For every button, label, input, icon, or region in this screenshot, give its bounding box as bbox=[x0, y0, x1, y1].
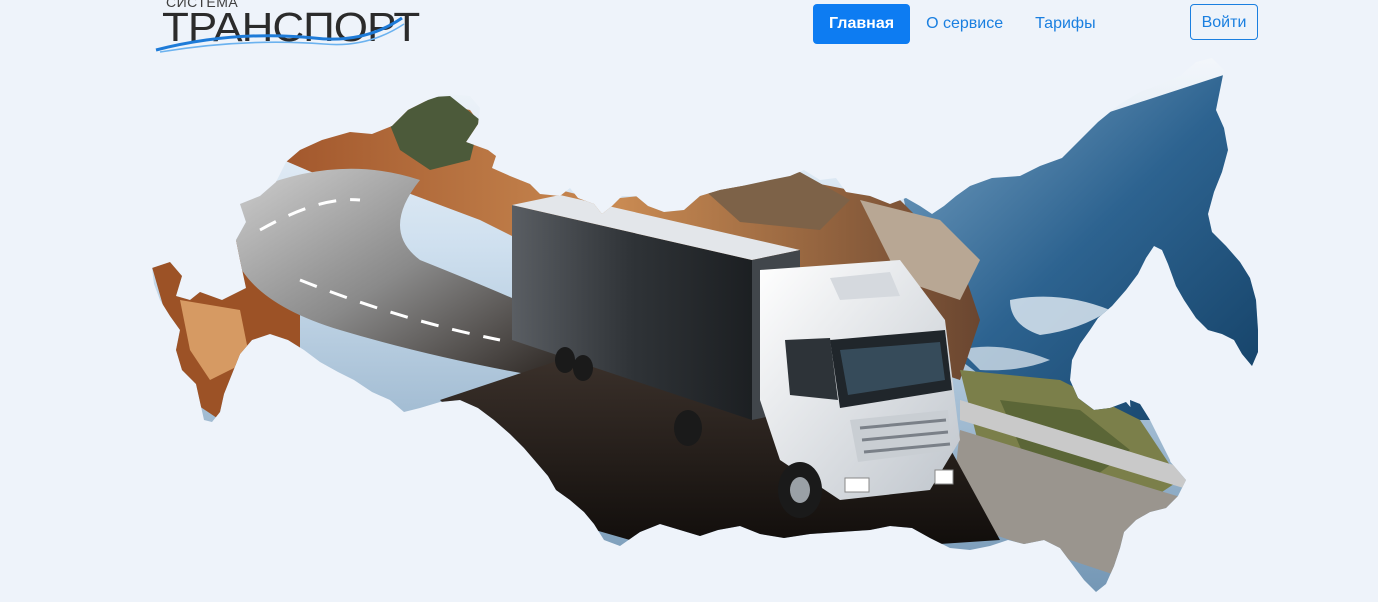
login-button[interactable]: Войти bbox=[1190, 4, 1258, 40]
nav-item-pricing[interactable]: Тарифы bbox=[1019, 4, 1111, 44]
main-nav: Главная О сервисе Тарифы bbox=[813, 4, 1112, 44]
logo-swoosh-icon bbox=[155, 16, 405, 53]
nav-item-about[interactable]: О сервисе bbox=[910, 4, 1019, 44]
hero-map-image bbox=[152, 58, 1258, 592]
site-logo[interactable]: СИСТЕМА ТРАНСПОРТ bbox=[154, 0, 420, 56]
page: СИСТЕМА ТРАНСПОРТ Главная О сервисе Тари… bbox=[0, 0, 1378, 602]
nav-item-home[interactable]: Главная bbox=[813, 4, 911, 44]
